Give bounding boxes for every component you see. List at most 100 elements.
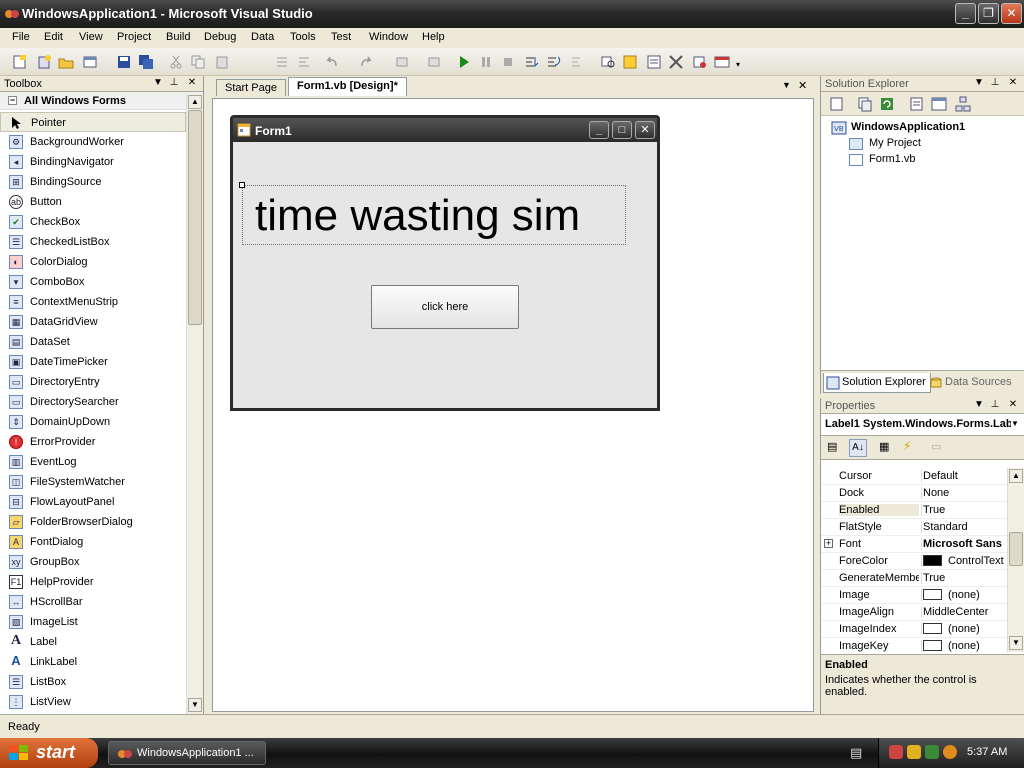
toolbox-item-backgroundworker[interactable]: ⚙ BackgroundWorker: [0, 132, 186, 152]
refresh-icon[interactable]: [879, 96, 895, 112]
alphabetical-icon[interactable]: A↓: [849, 439, 867, 457]
menu-help[interactable]: Help: [422, 31, 445, 43]
form1-window[interactable]: Form1 _ □ ✕ time wasting sim click here: [230, 115, 660, 411]
add-item-icon[interactable]: [36, 54, 52, 70]
toolbox-scrollbar[interactable]: ▲ ▼: [186, 94, 203, 714]
menu-build[interactable]: Build: [166, 31, 190, 43]
tree-node-my-project[interactable]: My Project: [829, 136, 1019, 152]
collapse-icon[interactable]: −: [8, 96, 17, 105]
tab-start-page[interactable]: Start Page: [216, 79, 286, 96]
properties-icon[interactable]: [829, 96, 845, 112]
property-pages-icon[interactable]: ▭: [931, 440, 941, 453]
network-icon[interactable]: [925, 745, 939, 759]
add-new-item-icon[interactable]: [82, 54, 98, 70]
stop-debugging-icon[interactable]: [500, 54, 516, 70]
button1[interactable]: click here: [371, 285, 519, 329]
toolbox-item-button[interactable]: ab Button: [0, 192, 186, 212]
scroll-down-arrow-icon[interactable]: ▼: [1009, 636, 1023, 650]
tree-node-form1[interactable]: Form1.vb: [829, 152, 1019, 168]
toolbox-item-contextmenustrip[interactable]: ≡ ContextMenuStrip: [0, 292, 186, 312]
toolbox-group-header[interactable]: − All Windows Forms: [0, 92, 203, 110]
step-over-icon[interactable]: [546, 54, 562, 70]
find-icon[interactable]: [600, 54, 616, 70]
menu-tools[interactable]: Tools: [290, 31, 316, 43]
properties-window-icon[interactable]: [646, 54, 662, 70]
uncomment-icon[interactable]: [296, 54, 312, 70]
properties-view-icon[interactable]: ▦: [879, 440, 889, 453]
toolbox-item-checkbox[interactable]: ✔ CheckBox: [0, 212, 186, 232]
pin-icon[interactable]: ⊥: [989, 399, 1001, 411]
object-selector[interactable]: Label1 System.Windows.Forms.Labe ▼: [821, 414, 1024, 436]
toolbox-item-combobox[interactable]: ▾ ComboBox: [0, 272, 186, 292]
properties-scrollbar[interactable]: ▲ ▼: [1007, 468, 1024, 652]
selection-handle[interactable]: [239, 182, 245, 188]
view-code-icon[interactable]: [909, 96, 925, 112]
toolbox-item-listbox[interactable]: ☰ ListBox: [0, 672, 186, 692]
form-minimize-button[interactable]: _: [589, 121, 609, 139]
navigate-backward-icon[interactable]: [394, 54, 410, 70]
copy-icon[interactable]: [190, 54, 206, 70]
menu-data[interactable]: Data: [251, 31, 274, 43]
close-document-icon[interactable]: ✕: [798, 79, 807, 92]
events-lightning-icon[interactable]: ⚡: [903, 439, 911, 453]
toolbox-item-groupbox[interactable]: xy GroupBox: [0, 552, 186, 572]
toolbar-overflow-icon[interactable]: ▾: [736, 60, 740, 69]
property-row-generatemember[interactable]: GenerateMembe True: [821, 570, 1007, 587]
close-icon[interactable]: ✕: [1007, 77, 1019, 89]
toolbox-item-datetimepicker[interactable]: ▣ DateTimePicker: [0, 352, 186, 372]
label1[interactable]: time wasting sim: [242, 185, 626, 245]
menu-view[interactable]: View: [79, 31, 103, 43]
new-project-icon[interactable]: [12, 54, 28, 70]
save-icon[interactable]: [116, 54, 132, 70]
property-row-flatstyle[interactable]: FlatStyle Standard: [821, 519, 1007, 536]
cut-icon[interactable]: [168, 54, 184, 70]
start-debugging-icon[interactable]: [456, 54, 472, 70]
taskbar-item-visual-studio[interactable]: WindowsApplication1 ...: [108, 741, 266, 765]
comment-icon[interactable]: [274, 54, 290, 70]
toolbox-item-listview[interactable]: ⋮ ListView: [0, 692, 186, 712]
toolbox-item-eventlog[interactable]: ▥ EventLog: [0, 452, 186, 472]
toolbox-item-hscrollbar[interactable]: ↔ HScrollBar: [0, 592, 186, 612]
open-folder-icon[interactable]: [58, 54, 74, 70]
dropdown-icon[interactable]: ▼: [152, 77, 164, 89]
scroll-up-arrow-icon[interactable]: ▲: [1009, 469, 1023, 483]
form-close-button[interactable]: ✕: [635, 121, 655, 139]
navigate-forward-icon[interactable]: [426, 54, 442, 70]
redo-icon[interactable]: [358, 54, 374, 70]
property-row-font[interactable]: + Font Microsoft Sans: [821, 536, 1007, 553]
toolbox-item-dataset[interactable]: ▤ DataSet: [0, 332, 186, 352]
close-icon[interactable]: ✕: [1007, 399, 1019, 411]
property-row-forecolor[interactable]: ForeColor ControlText: [821, 553, 1007, 570]
toolbox-item-directoryentry[interactable]: ▭ DirectoryEntry: [0, 372, 186, 392]
property-row-image[interactable]: Image (none): [821, 587, 1007, 604]
menu-test[interactable]: Test: [331, 31, 351, 43]
minimize-button[interactable]: _: [955, 3, 976, 24]
pause-icon[interactable]: [478, 54, 494, 70]
toolbox-item-imagelist[interactable]: ▧ ImageList: [0, 612, 186, 632]
restore-button[interactable]: ❐: [978, 3, 999, 24]
tray-app-icon[interactable]: [889, 745, 903, 759]
property-row-imagekey[interactable]: ImageKey (none): [821, 638, 1007, 655]
save-all-icon[interactable]: [138, 54, 154, 70]
object-browser-icon[interactable]: [668, 54, 684, 70]
toolbox-window-icon[interactable]: [692, 54, 708, 70]
scroll-up-arrow-icon[interactable]: ▲: [188, 95, 202, 109]
toolbox-item-colordialog[interactable]: ◐ ColorDialog: [0, 252, 186, 272]
toolbox-item-folderbrowserdialog[interactable]: ▱ FolderBrowserDialog: [0, 512, 186, 532]
tab-data-sources[interactable]: Data Sources: [927, 373, 1016, 393]
tab-solution-explorer[interactable]: Solution Explorer: [823, 373, 931, 393]
property-row-imagealign[interactable]: ImageAlign MiddleCenter: [821, 604, 1007, 621]
security-shield-icon[interactable]: [907, 745, 921, 759]
tab-form1-design[interactable]: Form1.vb [Design]*: [288, 77, 407, 96]
scroll-thumb[interactable]: [188, 110, 202, 325]
toolbox-item-directorysearcher[interactable]: ▭ DirectorySearcher: [0, 392, 186, 412]
chevron-down-icon[interactable]: ▼: [1011, 419, 1019, 428]
menu-project[interactable]: Project: [117, 31, 151, 43]
step-into-icon[interactable]: [524, 54, 540, 70]
pin-icon[interactable]: ⊥: [989, 77, 1001, 89]
toolbox-item-checkedlistbox[interactable]: ☰ CheckedListBox: [0, 232, 186, 252]
toolbox-item-flowlayoutpanel[interactable]: ⊟ FlowLayoutPanel: [0, 492, 186, 512]
categorized-icon[interactable]: ▤: [827, 440, 843, 456]
scroll-thumb[interactable]: [1009, 532, 1023, 566]
form1-title-bar[interactable]: Form1 _ □ ✕: [233, 118, 657, 142]
